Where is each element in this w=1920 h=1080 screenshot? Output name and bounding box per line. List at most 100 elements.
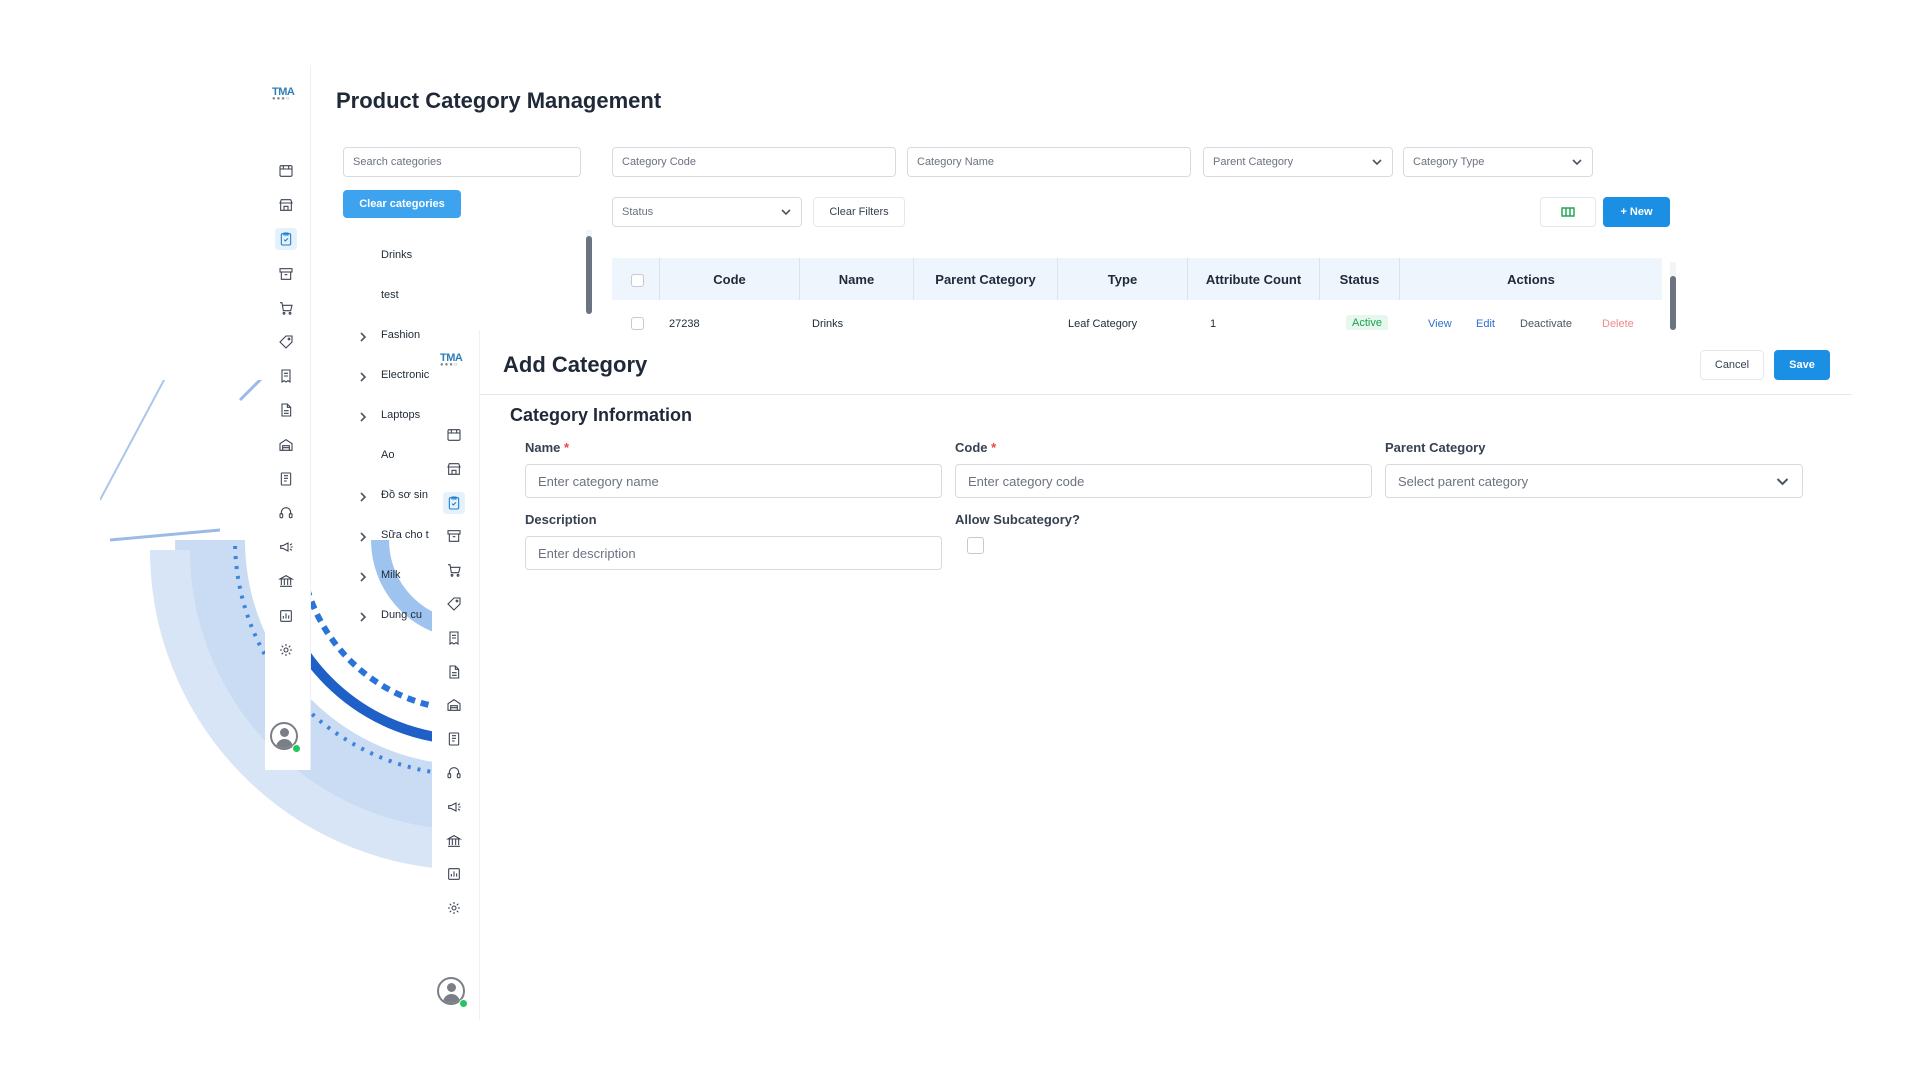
sidebar-item-warehouse[interactable] [443,694,465,716]
delete-link[interactable]: Delete [1602,318,1634,330]
archive-icon [279,267,293,280]
shop-icon [447,462,461,475]
status-filter-label: Status [622,206,654,218]
chevron-right-icon[interactable] [358,412,368,422]
chevron-right-icon[interactable] [358,372,368,382]
chevron-right-icon[interactable] [358,612,368,622]
parent-category-placeholder: Select parent category [1398,473,1529,489]
row-name: Drinks [812,318,844,330]
sidebar-item-cart[interactable] [275,297,297,319]
tree-item[interactable]: Electronic [381,369,429,381]
select-all-checkbox[interactable] [631,274,644,287]
tag-icon [279,335,293,349]
sidebar-item-receipt[interactable] [275,365,297,387]
tma-logo: TMA ●●●○ [272,86,295,102]
support-icon [447,767,461,779]
sidebar-item-ledger[interactable] [275,468,297,490]
sidebar-item-clipboard-check[interactable] [443,491,465,514]
column-header-attribute-count[interactable]: Attribute Count [1188,258,1320,300]
row-checkbox[interactable] [631,317,644,330]
sidebar-item-tag[interactable] [443,593,465,615]
tree-item[interactable]: Sữa cho t [381,529,429,541]
parent-category-select[interactable]: Select parent category [1385,464,1803,498]
sidebar-item-tag[interactable] [275,331,297,353]
chevron-right-icon[interactable] [358,572,368,582]
clipboard-check-icon [280,232,292,246]
warehouse-icon [447,699,461,712]
sidebar-item-store[interactable] [275,160,297,182]
new-category-button[interactable]: + New [1603,197,1670,227]
sidebar-item-warehouse[interactable] [275,434,297,456]
chevron-right-icon[interactable] [358,332,368,342]
chevron-right-icon[interactable] [358,532,368,542]
column-header-name[interactable]: Name [800,258,914,300]
column-header-status[interactable]: Status [1320,258,1400,300]
sidebar-item-archive[interactable] [443,525,465,547]
tree-item[interactable]: Đồ sơ sin [381,489,428,501]
sidebar-item-bank[interactable] [443,830,465,852]
parent-category-filter[interactable]: Parent Category [1203,147,1393,177]
chevron-down-icon [781,209,791,216]
receipt-icon [449,631,459,645]
deactivate-link[interactable]: Deactivate [1520,318,1572,330]
tree-item[interactable]: Fashion [381,329,420,341]
sidebar-item-ledger[interactable] [443,728,465,750]
chevron-right-icon[interactable] [358,492,368,502]
sidebar-item-document[interactable] [275,399,297,421]
clear-filters-button[interactable]: Clear Filters [813,197,905,227]
allow-subcategory-checkbox[interactable] [967,537,984,554]
sidebar-item-receipt[interactable] [443,627,465,649]
megaphone-icon [280,542,293,553]
sidebar-item-report[interactable] [443,863,465,885]
sidebar-item-bank[interactable] [275,570,297,592]
tree-item[interactable]: test [381,289,399,301]
clear-categories-button[interactable]: Clear categories [343,190,461,218]
code-input[interactable]: Enter category code [955,464,1372,498]
sidebar-item-clipboard-check[interactable] [275,228,297,251]
category-name-filter[interactable]: Category Name [907,147,1191,177]
sidebar-item-report[interactable] [275,605,297,627]
view-link[interactable]: View [1428,318,1452,330]
name-input[interactable]: Enter category name [525,464,942,498]
sidebar-item-support[interactable] [275,502,297,524]
column-header-code[interactable]: Code [660,258,800,300]
cancel-button[interactable]: Cancel [1700,350,1764,380]
sidebar-item-cart[interactable] [443,559,465,581]
column-settings-button[interactable] [1540,197,1596,227]
edit-link[interactable]: Edit [1476,318,1495,330]
row-type: Leaf Category [1068,318,1138,330]
sidebar-item-document[interactable] [443,661,465,683]
category-code-filter[interactable]: Category Code [612,147,896,177]
sidebar-item-megaphone[interactable] [275,536,297,558]
search-categories-input[interactable]: Search categories [343,147,581,177]
sidebar-item-settings[interactable] [443,897,465,919]
sidebar-item-shop[interactable] [275,194,297,216]
sidebar-item-settings[interactable] [275,639,297,661]
sidebar-item-store[interactable] [443,424,465,446]
store-icon [447,429,461,441]
tree-item[interactable]: Drinks [381,249,412,261]
description-input[interactable]: Enter description [525,536,942,570]
tree-item[interactable]: Dung cu [381,609,422,621]
sidebar-item-megaphone[interactable] [443,796,465,818]
sidebar-item-support[interactable] [443,762,465,784]
save-button[interactable]: Save [1774,350,1830,380]
table-header: Code Name Parent Category Type Attribute… [612,258,1662,300]
column-header-parent-category[interactable]: Parent Category [914,258,1058,300]
category-type-filter-label: Category Type [1413,156,1485,168]
tree-item[interactable]: Ao [381,449,394,461]
allow-subcategory-label: Allow Subcategory? [955,512,1080,527]
status-filter[interactable]: Status [612,197,802,227]
tree-scrollbar-thumb[interactable] [586,236,592,314]
modal-header-divider [480,394,1852,395]
category-type-filter[interactable]: Category Type [1403,147,1593,177]
sidebar-item-shop[interactable] [443,458,465,480]
table-scrollbar-thumb[interactable] [1670,276,1676,330]
support-icon [279,507,293,519]
tree-item[interactable]: Milk [381,569,401,581]
tree-item[interactable]: Laptops [381,409,420,421]
chevron-down-icon [1776,477,1789,485]
sidebar-item-archive[interactable] [275,263,297,285]
warehouse-icon [279,438,293,451]
column-header-type[interactable]: Type [1058,258,1188,300]
